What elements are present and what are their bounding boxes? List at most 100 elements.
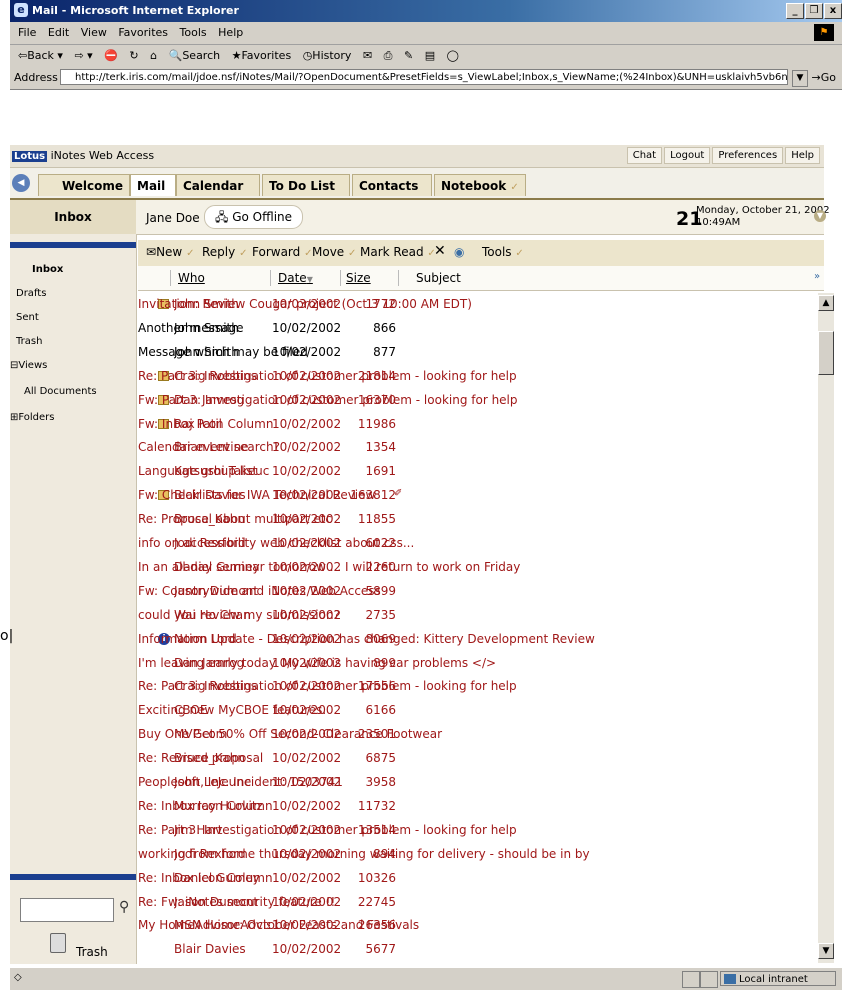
expand-columns-icon[interactable]: » [814, 271, 820, 282]
forward-button[interactable]: Forward ✓ [252, 245, 312, 259]
move-button[interactable]: Move ✓ [312, 245, 356, 259]
search-input[interactable] [20, 898, 114, 922]
message-row[interactable]: Bruce_Kahn 10/02/2002 6875 Re: Revised prop… [138, 747, 818, 770]
message-row[interactable]: Raj Patil 10/02/2002 11986 Fw: Inbox Icon C… [138, 413, 818, 436]
message-row[interactable]: Murray Hurvitz 10/02/2002 11732 Re: Inbox I… [138, 795, 818, 818]
message-row[interactable]: Craig Robbins 10/02/2002 21814 Re: Part 3: … [138, 365, 818, 388]
message-row[interactable]: Craig Robbins 10/02/2002 17556 Re: Part 3: … [138, 675, 818, 698]
column-date[interactable]: Date▼ [278, 271, 313, 285]
stop-icon[interactable]: ⛔ [104, 49, 118, 62]
scroll-down-icon[interactable]: ▼ [818, 943, 834, 959]
menu-help[interactable]: Help [218, 26, 243, 39]
list-scrollbar[interactable]: ▲ ▼ [818, 293, 834, 963]
date-dropdown-icon[interactable]: ▼ [814, 210, 826, 222]
nav-folders[interactable]: ⊞Folders [10, 412, 55, 423]
logout-link[interactable]: Logout [664, 147, 711, 164]
message-subject: Calendar event search? [138, 440, 280, 455]
nav-inbox[interactable]: Inbox [32, 264, 63, 275]
tab-welcome[interactable]: Welcome [38, 174, 130, 196]
new-button[interactable]: ✉New ✓ [146, 245, 194, 259]
message-row[interactable]: Katsushi Takeuchi 10/02/2002 1691 Language … [138, 460, 818, 483]
message-row[interactable]: MSN HomeAdvisor10/02/200226356My HomeAdv… [138, 914, 818, 937]
nav-drafts[interactable]: Drafts [16, 288, 46, 299]
close-button[interactable]: x [824, 3, 842, 19]
scroll-thumb[interactable] [818, 331, 834, 375]
menu-file[interactable]: File [18, 26, 36, 39]
message-row[interactable]: John Smith 10/02/2002 866 Another message [138, 317, 818, 340]
message-row[interactable]: Jim Hart 10/02/2002 13514 Re: Part 3: Inves… [138, 819, 818, 842]
print-icon[interactable]: ⎙ [384, 49, 393, 63]
address-dropdown-icon[interactable]: ▼ [792, 70, 808, 87]
message-row[interactable]: Brian Levine 10/02/2002 1354 Calendar event… [138, 436, 818, 459]
menu-tools[interactable]: Tools [180, 26, 207, 39]
message-row[interactable]: Blair Davies 10/02/2002 5677 [138, 938, 818, 961]
message-row[interactable]: Jason Dumont 10/02/2002 5899 Fw: Countrywid… [138, 580, 818, 603]
status-bar: ◇ Local intranet [10, 967, 842, 990]
history-button[interactable]: ◷History [303, 49, 352, 62]
nav-all-documents[interactable]: All Documents [24, 386, 97, 397]
trash-label[interactable]: Trash [76, 945, 108, 959]
scroll-up-icon[interactable]: ▲ [818, 295, 834, 311]
reply-button[interactable]: Reply ✓ [202, 245, 247, 259]
tab-contacts[interactable]: Contacts ✓ [352, 174, 432, 215]
message-row[interactable]: Wai Ho Chan 10/02/2002 2735 could you revie… [138, 604, 818, 627]
message-row[interactable]: Jodi Rexford 10/02/2002 6022 info on access… [138, 532, 818, 555]
message-row[interactable]: Dan Jamrog 10/02/2002 899 I'm leaving early… [138, 652, 818, 675]
menu-edit[interactable]: Edit [48, 26, 69, 39]
message-row[interactable]: John Smith 10/03/2002 1772 Invitation: Revi… [138, 293, 818, 316]
mail-icon[interactable]: ✉ [363, 49, 372, 62]
favorites-button[interactable]: ★Favorites [232, 49, 292, 62]
tab-calendar[interactable]: Calendar ✓ [176, 174, 260, 215]
nav-views[interactable]: ⊟Views [10, 360, 47, 371]
chat-link[interactable]: Chat [626, 147, 663, 164]
maximize-button[interactable]: ❒ [805, 3, 823, 19]
go-offline-button[interactable]: 🖧 Go Offline [204, 205, 304, 229]
nav-trash[interactable]: Trash [16, 336, 42, 347]
home-icon[interactable]: ⌂ [150, 49, 157, 62]
menu-view[interactable]: View [81, 26, 107, 39]
message-size: 2735 [365, 607, 396, 622]
minimize-button[interactable]: _ [786, 3, 804, 19]
tab-notebook[interactable]: Notebook ✓ [434, 174, 526, 196]
address-input[interactable]: http://terk.iris.com/mail/jdoe.nsf/iNote… [60, 69, 788, 85]
nav-sent[interactable]: Sent [16, 312, 39, 323]
message-row[interactable]: Jason Dumont 10/02/2002 22745 Re: Fw: iNote… [138, 891, 818, 914]
brand-text: iNotes Web Access [50, 149, 155, 162]
message-size: 1691 [365, 464, 396, 479]
tab-mail[interactable]: Mail ✓ [130, 174, 176, 215]
discuss-icon[interactable]: ▤ [425, 49, 435, 62]
message-row[interactable]: Blair Davies 10/02/2002 163812 Fw: Checklis… [138, 484, 818, 507]
message-subject: could you review my submission? [138, 607, 340, 622]
refresh-icon[interactable]: ↻ [129, 49, 138, 62]
go-button[interactable]: →Go [812, 71, 836, 84]
message-row[interactable]: Jodi Rexford 10/02/2002 894 working from ho… [138, 843, 818, 866]
column-size[interactable]: Size [346, 271, 371, 285]
menu-favorites[interactable]: Favorites [118, 26, 168, 39]
mark-read-button[interactable]: Mark Read ✓ [360, 245, 436, 259]
search-icon[interactable]: ⚲ [119, 899, 129, 915]
message-row[interactable]: John LeJeune 10/02/2002 3958 Peoplesoft, In… [138, 771, 818, 794]
message-row[interactable]: John Smith 10/02/2002 877 Message which may… [138, 341, 818, 364]
tab-todo[interactable]: To Do List ✓ [262, 174, 350, 215]
column-who[interactable]: Who [178, 271, 205, 285]
message-row[interactable]: Dan Jamrog 10/02/2002 16370 Fw: Part 3: Inv… [138, 389, 818, 412]
message-row[interactable]: Bruce_Kahn 10/02/2002 11855 Re: Proposal ab… [138, 508, 818, 531]
preferences-link[interactable]: Preferences [712, 147, 784, 164]
back-button[interactable]: ⇦Back ▾ [18, 49, 63, 62]
messenger-icon[interactable]: ◯ [447, 49, 459, 62]
help-link[interactable]: Help [785, 147, 820, 164]
back-nav-icon[interactable]: ◀ [12, 174, 30, 192]
message-row[interactable]: CBOE 10/02/2002 6166 Exciting new MyCBOE fe… [138, 699, 818, 722]
message-row[interactable]: MVP.com 10/02/2002 23501 Buy One Get 50% Of… [138, 723, 818, 746]
refresh-icon[interactable]: ◉ [454, 245, 464, 259]
column-subject[interactable]: Subject [416, 271, 461, 285]
edit-icon[interactable]: ✎ [404, 49, 413, 62]
delete-icon[interactable]: ✕ [434, 243, 446, 259]
search-button[interactable]: 🔍Search [169, 49, 221, 62]
forward-button[interactable]: ⇨ ▾ [74, 49, 92, 62]
message-row[interactable]: i Norm Lord 10/02/2002 8069 Information Upda… [138, 628, 818, 651]
trash-icon[interactable] [50, 933, 66, 953]
message-row[interactable]: Daniel Gurney 10/02/2002 2260 In an all-day… [138, 556, 818, 579]
tools-button[interactable]: Tools ✓ [482, 245, 524, 259]
message-row[interactable]: Daniel Gurney 10/02/2002 10326 Re: Inbox Ic… [138, 867, 818, 890]
